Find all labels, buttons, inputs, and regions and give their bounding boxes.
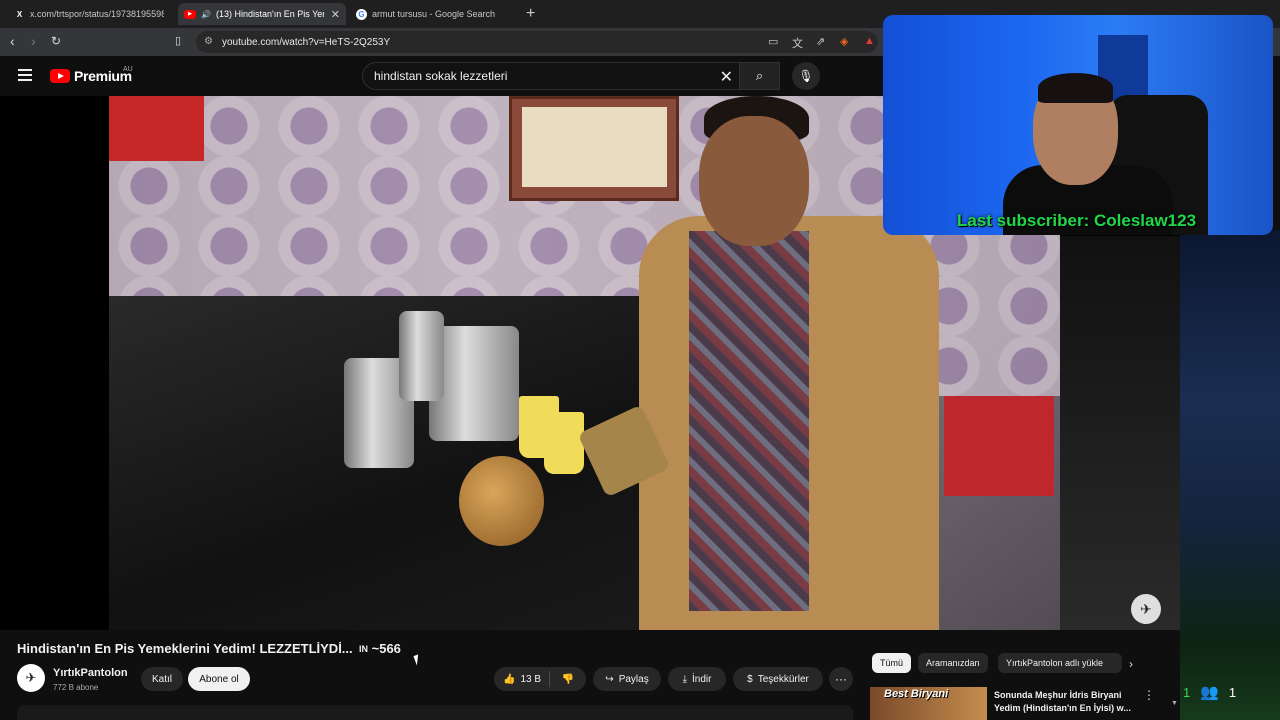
download-icon: ⤓ <box>682 673 687 685</box>
download-label: İndir <box>691 673 712 685</box>
forward-icon[interactable]: › <box>31 34 36 48</box>
video-side-frame <box>1060 236 1180 630</box>
download-button[interactable]: ⤓ İndir <box>668 667 726 691</box>
chevron-right-icon[interactable]: › <box>1129 657 1133 671</box>
tab-x-status[interactable]: X x.com/trtspor/status/197381955984 <box>8 3 176 25</box>
subscribe-button[interactable]: Abone ol <box>188 667 250 691</box>
stream-background <box>1180 230 1280 720</box>
translate-icon[interactable]: 文 <box>792 35 803 51</box>
chip-label: Tümü <box>880 658 904 668</box>
bookmark-icon[interactable]: ▯ <box>175 34 181 48</box>
chip-all[interactable]: Tümü <box>872 653 912 673</box>
share-icon[interactable]: ⇗ <box>816 35 825 48</box>
video-title: Hindistan'ın En Pis Yemeklerini Yedim! L… <box>17 641 353 656</box>
chip-from-search[interactable]: Aramanızdan <box>918 653 988 673</box>
brass-pot <box>459 456 544 546</box>
recommendation-title[interactable]: Sonunda Meşhur İdris Biryani Yedim (Hind… <box>994 689 1134 715</box>
scroll-down-icon[interactable]: ▼ <box>1171 700 1178 707</box>
subscriber-count: 772 B abone <box>53 683 99 692</box>
last-subscriber-text: Last subscriber: Coleslaw123 <box>957 211 1197 230</box>
clear-search-icon[interactable]: ✕ <box>720 67 733 87</box>
new-tab-button[interactable]: + <box>526 5 535 23</box>
region-code: AU <box>123 66 133 73</box>
tab-youtube-video[interactable]: ▶ 🔊 (13) Hindistan'ın En Pis Yeme ✕ <box>178 3 346 25</box>
mouse-cursor-icon <box>413 654 422 666</box>
tab-label: armut tursusu - Google Search <box>372 9 496 19</box>
join-label: Katıl <box>151 673 172 685</box>
search-icon: ⌕ <box>755 68 764 83</box>
recommendation-menu-icon[interactable]: ⋮ <box>1143 688 1155 702</box>
tab-label: x.com/trtspor/status/197381955984 <box>30 9 164 19</box>
chip-label: Aramanızdan <box>926 658 980 668</box>
share-label: Paylaş <box>618 673 649 685</box>
thumbs-up-icon: 👍 <box>502 673 516 685</box>
people-icon: 👥 <box>1200 684 1219 701</box>
search-box: ✕ ⌕ <box>362 62 780 90</box>
description-box[interactable] <box>17 705 853 720</box>
more-icon: ··· <box>835 672 847 686</box>
channel-name[interactable]: YırtıkPantolon <box>53 667 128 679</box>
reload-icon[interactable]: ↻ <box>51 34 61 48</box>
dislike-button[interactable]: 👎 <box>550 667 586 691</box>
join-button[interactable]: Katıl <box>141 667 183 691</box>
back-icon[interactable]: ‹ <box>10 34 15 48</box>
chip-channel-uploads[interactable]: YırtıkPantolon adlı yükle <box>998 653 1122 673</box>
yellow-cup <box>544 412 584 474</box>
search-input[interactable] <box>363 63 743 89</box>
microphone-icon: 🎙 <box>798 69 814 83</box>
subscribe-label: Abone ol <box>199 673 239 685</box>
thumbnail-text: Best Biryani <box>884 688 949 700</box>
site-info-icon[interactable]: ⚙ <box>204 36 213 47</box>
tab-google-search[interactable]: G armut tursusu - Google Search <box>350 3 518 25</box>
share-button[interactable]: ↪ Paylaş <box>593 667 661 691</box>
webcam-overlay: Last subscriber: Coleslaw123 <box>883 15 1273 235</box>
youtube-play-icon <box>50 69 70 83</box>
tab-label: (13) Hindistan'ın En Pis Yeme <box>215 9 324 19</box>
thanks-label: Teşekkürler <box>757 673 809 685</box>
thumbs-down-icon: 👎 <box>561 673 575 685</box>
title-suffix-value: ~566 <box>371 641 401 656</box>
channel-watermark-icon[interactable]: ✈ <box>1131 594 1161 624</box>
url-text: youtube.com/watch?v=HeTS-2Q253Y <box>222 36 391 48</box>
x-logo-icon: X <box>16 9 23 19</box>
search-button[interactable]: ⌕ <box>739 63 779 89</box>
price-sign <box>109 96 204 161</box>
voice-search-button[interactable]: 🎙 <box>792 62 820 90</box>
more-actions-button[interactable]: ··· <box>829 667 853 691</box>
title-suffix-mark: IN <box>359 644 368 654</box>
speaker-icon: 🔊 <box>201 9 211 19</box>
share-arrow-icon: ↪ <box>605 673 614 685</box>
rewards-icon[interactable]: ▲ <box>864 35 875 47</box>
red-box <box>944 396 1054 496</box>
recommendation-thumbnail[interactable]: Best Biryani <box>870 687 987 720</box>
hamburger-menu-icon[interactable] <box>18 69 32 81</box>
cast-icon[interactable]: ▭ <box>768 35 778 48</box>
people-count: 1 <box>1228 684 1237 700</box>
steel-kettle <box>399 311 444 401</box>
youtube-icon: ▶ <box>184 9 196 19</box>
title-suffix: IN ~566 <box>359 641 401 656</box>
youtube-logo[interactable]: Premium <box>50 68 132 84</box>
like-button[interactable]: 👍 13 B <box>494 667 550 691</box>
viewer-count: 1 <box>1183 684 1191 700</box>
channel-avatar[interactable]: ✈ <box>17 664 45 692</box>
google-icon: G <box>356 8 367 20</box>
super-thanks-icon: $ <box>747 673 753 685</box>
chip-label: YırtıkPantolon adlı yükle <box>1006 658 1104 668</box>
thanks-button[interactable]: $ Teşekkürler <box>733 667 823 691</box>
stream-stats: 1 👥 1 <box>1183 683 1236 701</box>
close-icon[interactable]: ✕ <box>331 8 340 21</box>
brave-shield-icon[interactable]: ◈ <box>840 35 848 48</box>
like-count: 13 B <box>520 673 542 685</box>
